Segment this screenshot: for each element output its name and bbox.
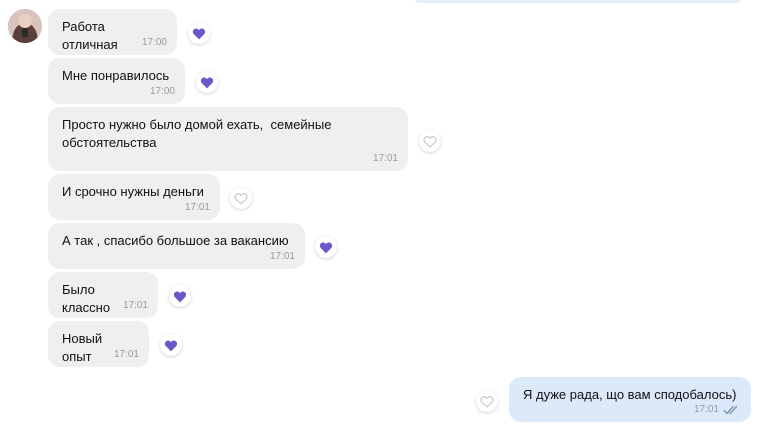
message-time: 17:01 xyxy=(184,202,210,213)
like-button[interactable] xyxy=(230,187,252,209)
heart-filled-icon xyxy=(192,27,206,39)
heart-filled-icon xyxy=(164,339,178,351)
message-bubble-outgoing[interactable]: Я дуже рада, що вам сподобалось) 17:01 xyxy=(509,377,751,422)
message-bubble[interactable]: Мне понравилось 17:00 xyxy=(48,58,185,104)
message-bubble[interactable]: Было классно 17:01 xyxy=(48,272,158,318)
like-button[interactable] xyxy=(160,334,182,356)
message-text: Мне понравилось xyxy=(62,68,170,83)
heart-outline-icon xyxy=(480,395,494,407)
like-button[interactable] xyxy=(476,390,498,412)
message-time: 17:01 xyxy=(372,153,398,164)
like-button[interactable] xyxy=(315,236,337,258)
message-time: 17:01 xyxy=(122,300,148,311)
message-time: 17:01 xyxy=(693,404,719,415)
like-button[interactable] xyxy=(169,285,191,307)
previous-message-edge xyxy=(415,0,740,3)
like-button[interactable] xyxy=(196,71,218,93)
like-button[interactable] xyxy=(419,130,441,152)
heart-filled-icon xyxy=(173,290,187,302)
message-bubble[interactable]: А так , спасибо большое за вакансию 17:0… xyxy=(48,223,305,269)
message-bubble[interactable]: И срочно нужны деньги 17:01 xyxy=(48,174,220,220)
message-bubble[interactable]: Работа отличная 17:00 xyxy=(48,9,177,55)
message-time: 17:01 xyxy=(113,349,139,360)
message-text: И срочно нужны деньги xyxy=(62,184,204,199)
message-time: 17:01 xyxy=(269,251,295,262)
avatar[interactable] xyxy=(8,9,42,43)
message-time: 17:00 xyxy=(141,37,167,48)
double-check-icon xyxy=(723,405,738,415)
message-bubble[interactable]: Просто нужно было домой ехать, семейные … xyxy=(48,107,408,171)
heart-outline-icon xyxy=(423,135,437,147)
message-text: А так , спасибо большое за вакансию xyxy=(62,233,289,248)
message-text: Я дуже рада, що вам сподобалось) xyxy=(523,387,737,402)
heart-outline-icon xyxy=(234,192,248,204)
heart-filled-icon xyxy=(319,241,333,253)
like-button[interactable] xyxy=(188,22,210,44)
message-bubble[interactable]: Новый опыт 17:01 xyxy=(48,321,149,367)
heart-filled-icon xyxy=(200,76,214,88)
message-time: 17:00 xyxy=(149,86,175,97)
message-text: Просто нужно было домой ехать, семейные … xyxy=(62,117,332,150)
